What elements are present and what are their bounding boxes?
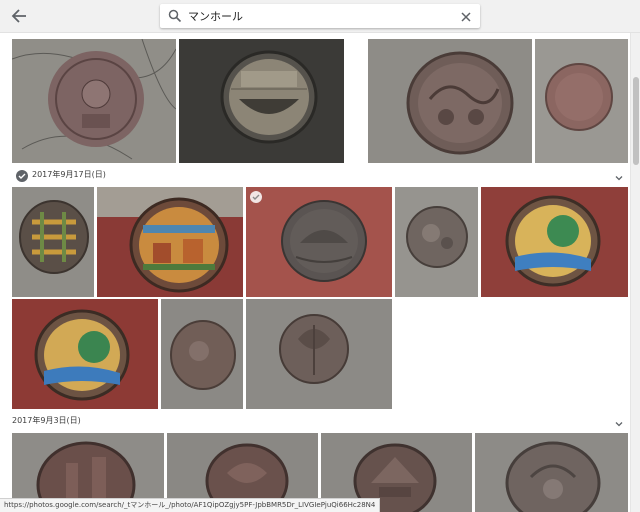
clear-search-icon[interactable] bbox=[460, 10, 472, 22]
photo-thumbnail-manhole-6[interactable] bbox=[97, 187, 243, 297]
section-date: 2017年9月3日(日) bbox=[12, 416, 81, 425]
photo-thumbnail-manhole-1[interactable] bbox=[12, 39, 176, 163]
check-circle-icon[interactable] bbox=[16, 169, 28, 182]
chevron-down-icon[interactable] bbox=[614, 170, 624, 181]
photo-thumbnail-manhole-9[interactable] bbox=[481, 187, 628, 297]
search-input[interactable] bbox=[188, 7, 438, 25]
photo-thumbnail-manhole-11[interactable] bbox=[161, 299, 243, 409]
photo-thumbnail-manhole-7[interactable] bbox=[246, 187, 392, 297]
photo-thumbnail-manhole-12[interactable] bbox=[246, 299, 392, 409]
photo-thumbnail-manhole-3[interactable] bbox=[368, 39, 532, 163]
section-header: 2017年9月3日(日) bbox=[12, 413, 628, 429]
chevron-down-icon[interactable] bbox=[614, 416, 624, 427]
back-arrow-icon[interactable] bbox=[10, 8, 28, 24]
photo-grid: 2017年9月17日(日) 2017年9月3日(日) bbox=[0, 33, 630, 512]
section-header: 2017年9月17日(日) bbox=[12, 167, 628, 183]
photo-thumbnail-manhole-8[interactable] bbox=[395, 187, 478, 297]
search-icon bbox=[168, 9, 182, 23]
photo-thumbnail-manhole-5[interactable] bbox=[12, 187, 94, 297]
photo-thumbnail-manhole-16[interactable] bbox=[475, 433, 628, 512]
section-date: 2017年9月17日(日) bbox=[32, 170, 106, 179]
selected-check-icon[interactable] bbox=[250, 191, 262, 203]
vertical-scrollbar[interactable] bbox=[630, 33, 640, 512]
photo-thumbnail-manhole-10[interactable] bbox=[12, 299, 158, 409]
photo-thumbnail-manhole-2[interactable] bbox=[179, 39, 344, 163]
status-bar-url: https://photos.google.com/search/_tマンホール… bbox=[0, 498, 381, 512]
top-bar bbox=[0, 0, 640, 33]
search-box[interactable] bbox=[160, 4, 480, 28]
scrollbar-thumb[interactable] bbox=[633, 77, 639, 165]
photo-thumbnail-manhole-4[interactable] bbox=[535, 39, 628, 163]
